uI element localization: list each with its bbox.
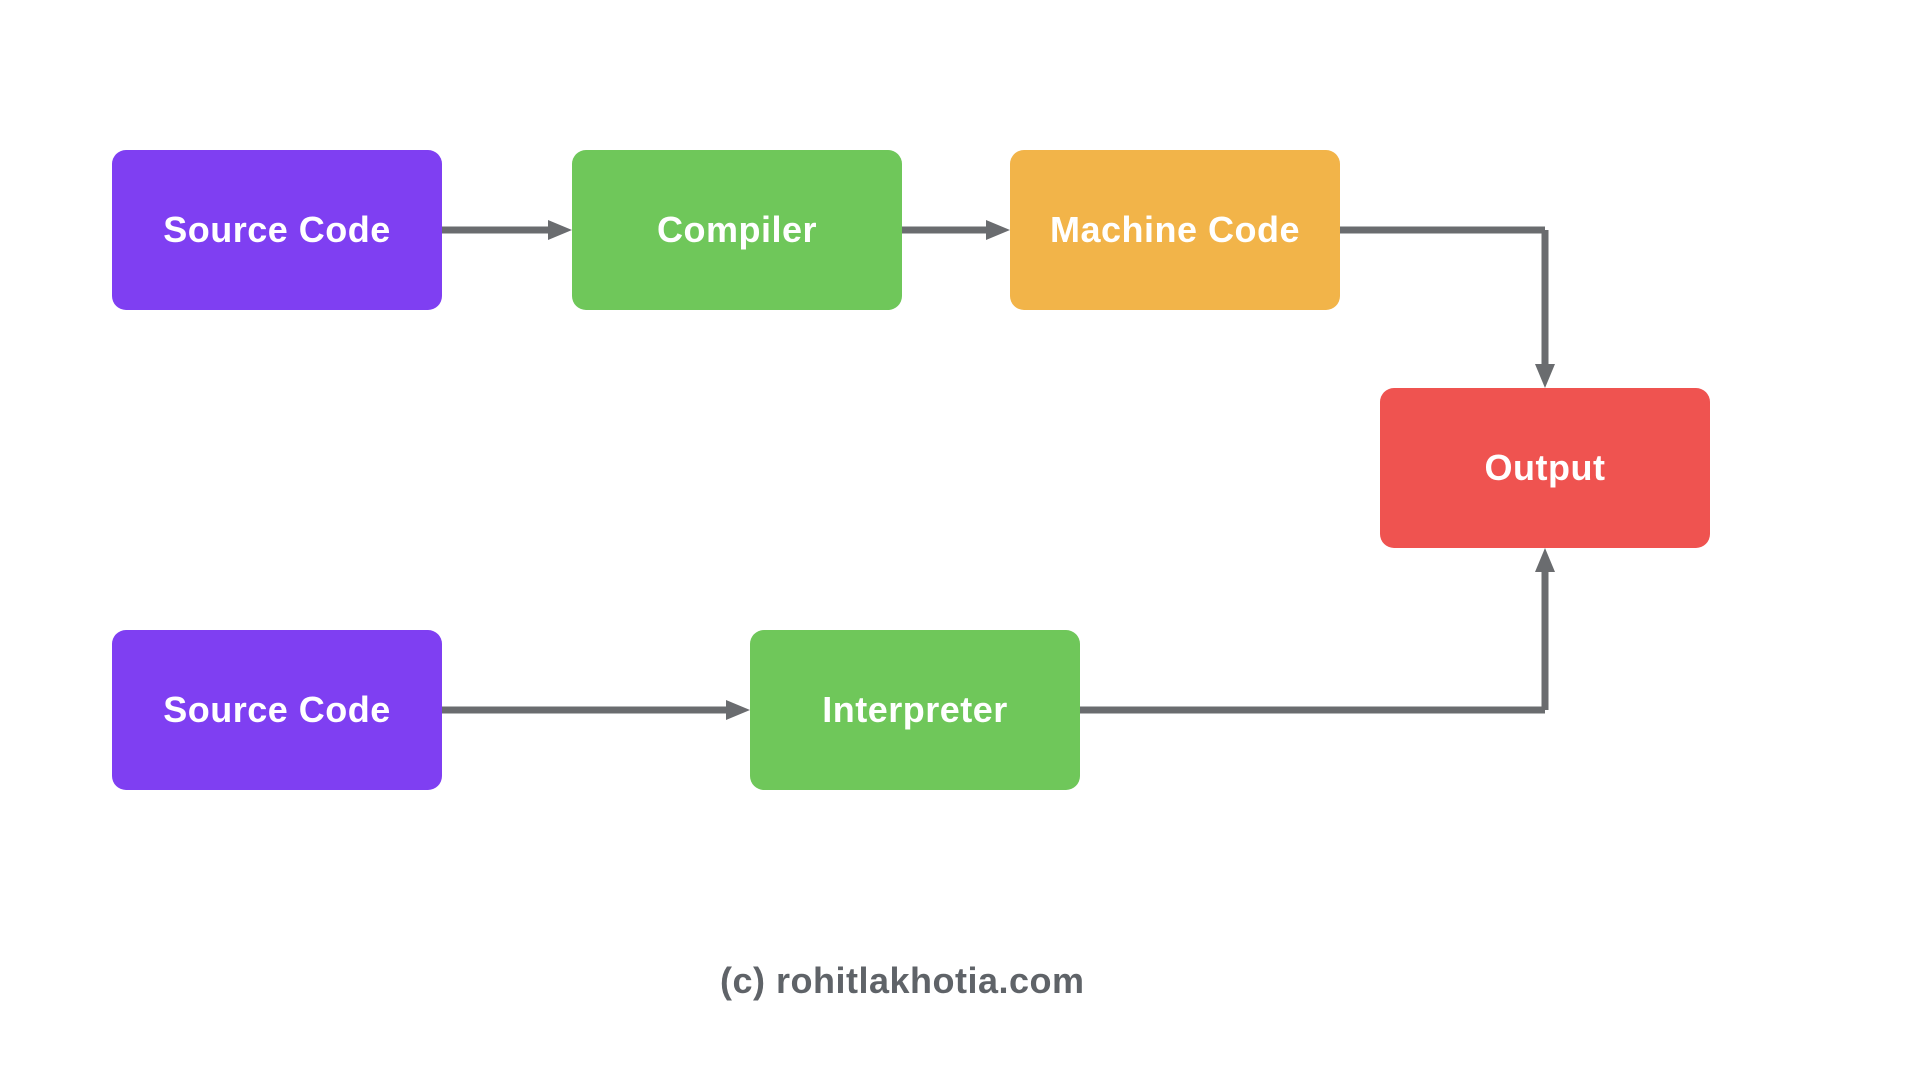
- node-source-code-bottom: Source Code: [112, 630, 442, 790]
- diagram-stage: Source Code Compiler Machine Code Output…: [0, 0, 1920, 1080]
- node-label: Machine Code: [1050, 209, 1300, 251]
- node-label: Interpreter: [822, 689, 1008, 731]
- node-compiler: Compiler: [572, 150, 902, 310]
- node-label: Compiler: [657, 209, 817, 251]
- node-label: Output: [1485, 447, 1606, 489]
- caption-text: (c) rohitlakhotia.com: [720, 960, 1085, 1001]
- copyright-caption: (c) rohitlakhotia.com: [720, 960, 1085, 1002]
- node-label: Source Code: [163, 209, 391, 251]
- node-interpreter: Interpreter: [750, 630, 1080, 790]
- node-machine-code: Machine Code: [1010, 150, 1340, 310]
- node-label: Source Code: [163, 689, 391, 731]
- node-source-code-top: Source Code: [112, 150, 442, 310]
- node-output: Output: [1380, 388, 1710, 548]
